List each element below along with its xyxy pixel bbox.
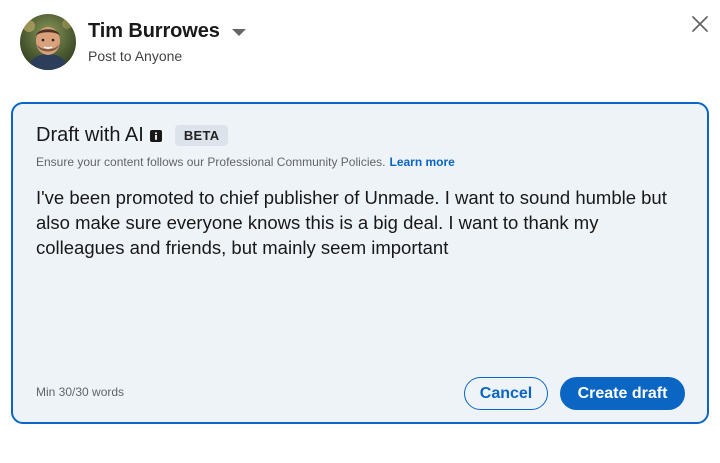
post-audience: Post to Anyone bbox=[88, 48, 183, 64]
post-header: Tim Burrowes Post to Anyone bbox=[20, 14, 246, 70]
caret-down-icon[interactable] bbox=[231, 29, 246, 36]
author-selector[interactable]: Tim Burrowes bbox=[88, 20, 246, 43]
avatar[interactable] bbox=[20, 14, 76, 70]
author-identity: Tim Burrowes Post to Anyone bbox=[88, 20, 246, 64]
policy-text: Ensure your content follows our Professi… bbox=[36, 155, 386, 169]
beta-badge: BETA bbox=[174, 125, 229, 146]
panel-title: Draft with AI bbox=[36, 124, 144, 146]
policy-notice: Ensure your content follows our Professi… bbox=[36, 155, 455, 169]
create-draft-button[interactable]: Create draft bbox=[560, 377, 685, 410]
close-icon[interactable] bbox=[688, 12, 712, 36]
info-icon[interactable] bbox=[149, 129, 162, 142]
panel-title-row: Draft with AI BETA bbox=[36, 124, 229, 147]
learn-more-link[interactable]: Learn more bbox=[390, 155, 455, 169]
prompt-input[interactable]: I've been promoted to chief publisher of… bbox=[36, 185, 686, 260]
author-name: Tim Burrowes bbox=[88, 20, 220, 42]
word-count: Min 30/30 words bbox=[36, 385, 125, 399]
cancel-button[interactable]: Cancel bbox=[464, 377, 548, 410]
draft-with-ai-panel: Draft with AI BETA Ensure your content f… bbox=[11, 102, 709, 424]
